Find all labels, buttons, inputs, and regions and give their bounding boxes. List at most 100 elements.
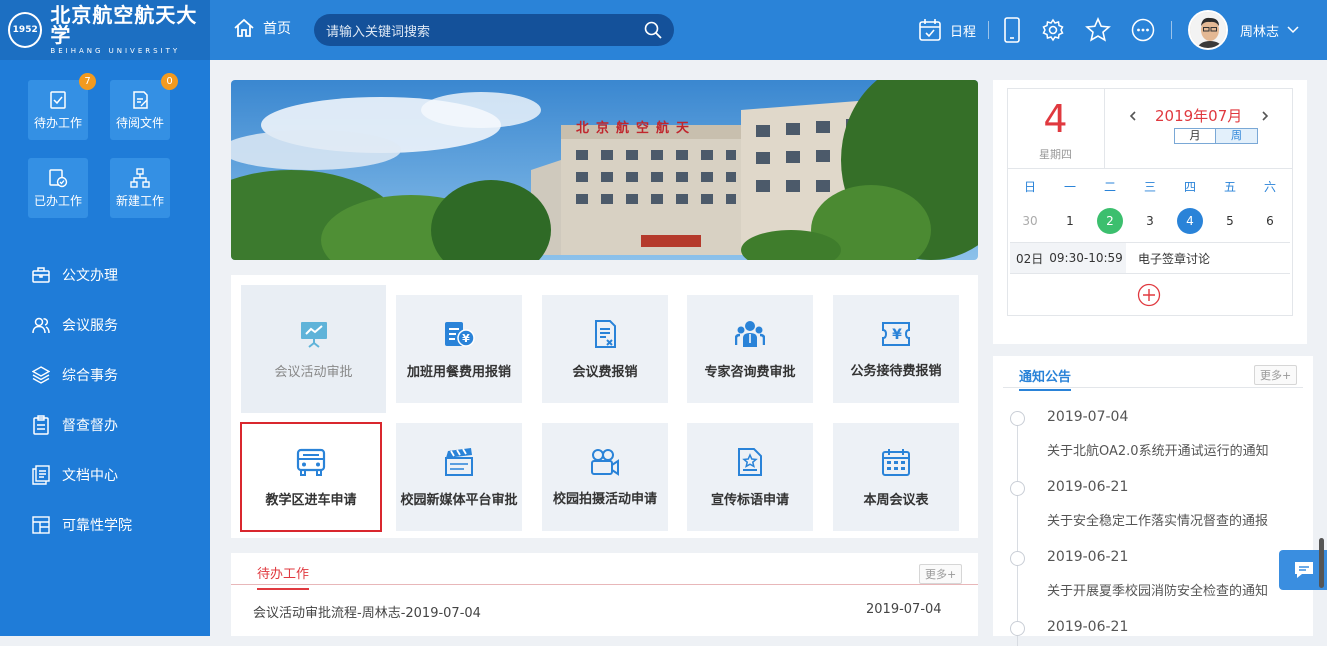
tile-new-media-approval[interactable]: 校园新媒体平台审批 (396, 423, 522, 531)
todo-header (231, 553, 978, 585)
tile-reception-fee-reimburse[interactable]: ¥ 公务接待费报销 (833, 295, 959, 403)
tile-label: 本周会议表 (863, 492, 929, 508)
prev-month-icon[interactable] (1129, 111, 1137, 121)
divider (1007, 168, 1293, 169)
home-link[interactable]: 首页 (233, 18, 291, 38)
weekday-fri: 五 (1223, 180, 1236, 194)
scrollbar[interactable] (1319, 538, 1324, 588)
date-cell-event[interactable]: 2 (1097, 208, 1123, 234)
notice-item-text[interactable]: 关于开展夏季校园消防安全检查的通知 (1047, 580, 1285, 599)
event-date: 02日 (1016, 251, 1044, 266)
tile-meeting-activity-approval[interactable]: 会议活动审批 (241, 285, 386, 413)
notice-item-text[interactable]: 关于安全稳定工作落实情况督查的通报 (1047, 510, 1268, 529)
favorites-button[interactable] (1085, 17, 1111, 43)
month-label: 2019年07月 (1155, 107, 1243, 125)
todo-panel: 待办工作 更多+ 会议活动审批流程-周林志-2019-07-04 2019-07… (231, 553, 978, 636)
user-name[interactable]: 周林志 (1240, 21, 1279, 40)
calendar-event-row[interactable]: 02日 09:30-10:59 电子签章讨论 (1010, 242, 1290, 274)
date-cell[interactable]: 1 (1057, 208, 1083, 234)
schedule-button[interactable]: 日程 (918, 18, 976, 42)
more-menu-button[interactable] (1131, 18, 1155, 42)
tile-meeting-fee-reimburse[interactable]: 会议费报销 (542, 295, 668, 403)
tile-campus-filming-request[interactable]: 校园拍摄活动申请 (542, 423, 668, 531)
sidebar-item-label: 会议服务 (62, 318, 118, 334)
notice-item-text[interactable]: 关于北航OA2.0系统开通试运行的通知 (1047, 440, 1269, 459)
edit-doc-icon (133, 90, 148, 109)
chat-bubble-icon (1295, 562, 1313, 578)
more-dots-icon (1131, 18, 1155, 42)
notice-panel: 通知公告 更多+ 2019-07-04 关于北航OA2.0系统开通试运行的通知 … (993, 356, 1313, 646)
quick-todo-button[interactable]: 待办工作 7 (28, 73, 96, 140)
sidebar-item-label: 公文办理 (62, 268, 118, 284)
sidebar-item-general-affairs[interactable]: 综合事务 (0, 350, 210, 400)
timeline-dot (1010, 621, 1025, 636)
timeline-dot (1010, 551, 1025, 566)
date-cell[interactable]: 5 (1217, 208, 1243, 234)
calendar-today: 4 星期四 (1007, 88, 1105, 168)
view-month-button[interactable]: 月 (1174, 128, 1216, 144)
tile-weekly-meeting-table[interactable]: 本周会议表 (833, 423, 959, 531)
sidebar-item-label: 督查督办 (62, 418, 118, 434)
app-tiles-panel: 会议活动审批 ¥ 加班用餐费用报销 会议费报销 专家咨询费审批 ¥ 公务接待费报… (231, 275, 978, 538)
tile-label: 教学区进车申请 (265, 492, 357, 508)
search-icon[interactable] (644, 21, 662, 39)
logo-subtitle: BEIHANG UNIVERSITY (50, 47, 181, 55)
quick-read-label: 待阅文件 (115, 115, 164, 130)
notice-date: 2019-07-04 (1047, 409, 1129, 425)
quick-new-label: 新建工作 (115, 193, 164, 208)
notice-title: 通知公告 (1019, 366, 1072, 391)
quick-done-button[interactable]: 已办工作 (28, 158, 88, 218)
notice-date: 2019-06-21 (1047, 549, 1129, 565)
tile-expert-consult-approval[interactable]: 专家咨询费审批 (687, 295, 813, 403)
weekday-row: 日 一 二 三 四 五 六 (1010, 178, 1290, 195)
settings-button[interactable] (1041, 18, 1065, 42)
quick-read-button[interactable]: 待阅文件 0 (110, 73, 178, 140)
sidebar-item-documents-handling[interactable]: 公文办理 (0, 250, 210, 300)
svg-text:¥: ¥ (892, 327, 902, 343)
avatar[interactable] (1187, 10, 1228, 50)
timeline-dot (1010, 481, 1025, 496)
todo-item-text[interactable]: 会议活动审批流程-周林志-2019-07-04 (253, 602, 481, 621)
tile-label: 校园新媒体平台审批 (400, 492, 518, 508)
sidebar-item-document-center[interactable]: 文档中心 (0, 450, 210, 500)
weekday-sat: 六 (1263, 180, 1276, 194)
notice-more-button[interactable]: 更多+ (1254, 365, 1298, 385)
calendar-grid-icon (882, 448, 910, 476)
chevron-down-icon[interactable] (1287, 26, 1299, 34)
tile-label: 会议活动审批 (274, 364, 353, 380)
layers-icon (32, 366, 50, 384)
sidebar-item-meeting-service[interactable]: 会议服务 (0, 300, 210, 350)
date-cell[interactable]: 3 (1137, 208, 1163, 234)
briefcase-icon (32, 267, 50, 283)
date-cell-today[interactable]: 4 (1177, 208, 1203, 234)
sidebar-item-reliability-college[interactable]: 可靠性学院 (0, 500, 210, 550)
check-doc-icon (50, 90, 66, 109)
todo-item-date: 2019-07-04 (866, 602, 942, 617)
quick-todo-label: 待办工作 (33, 115, 82, 130)
next-month-icon[interactable] (1261, 111, 1269, 121)
notice-date: 2019-06-21 (1047, 619, 1129, 635)
star-doc-icon (738, 447, 762, 476)
quick-new-button[interactable]: 新建工作 (110, 158, 170, 218)
add-event-icon[interactable] (1137, 283, 1161, 307)
tile-overtime-meal-reimburse[interactable]: ¥ 加班用餐费用报销 (396, 295, 522, 403)
star-icon (1085, 17, 1111, 42)
search-input[interactable]: 请输入关键词搜索 (326, 21, 644, 40)
mobile-button[interactable] (1003, 17, 1021, 43)
documents-icon (32, 465, 50, 485)
svg-text:北京航空航天: 北京航空航天 (576, 120, 696, 136)
users-icon (32, 317, 50, 334)
tile-slogan-request[interactable]: 宣传标语申请 (687, 423, 813, 531)
date-cell[interactable]: 30 (1017, 208, 1043, 234)
yen-reimburse-icon: ¥ (445, 321, 475, 347)
car-icon (296, 448, 326, 476)
sidebar-item-label: 文档中心 (62, 468, 118, 484)
video-camera-icon (591, 448, 619, 476)
university-logo[interactable]: 1952 北京航空航天大学 BEIHANG UNIVERSITY (0, 0, 210, 60)
view-week-button[interactable]: 周 (1216, 128, 1258, 144)
sidebar-item-supervision[interactable]: 督查督办 (0, 400, 210, 450)
search-box[interactable]: 请输入关键词搜索 (314, 14, 674, 46)
date-cell[interactable]: 6 (1257, 208, 1283, 234)
todo-more-button[interactable]: 更多+ (919, 564, 963, 584)
tile-campus-vehicle-entry[interactable]: 教学区进车申请 (240, 422, 382, 532)
